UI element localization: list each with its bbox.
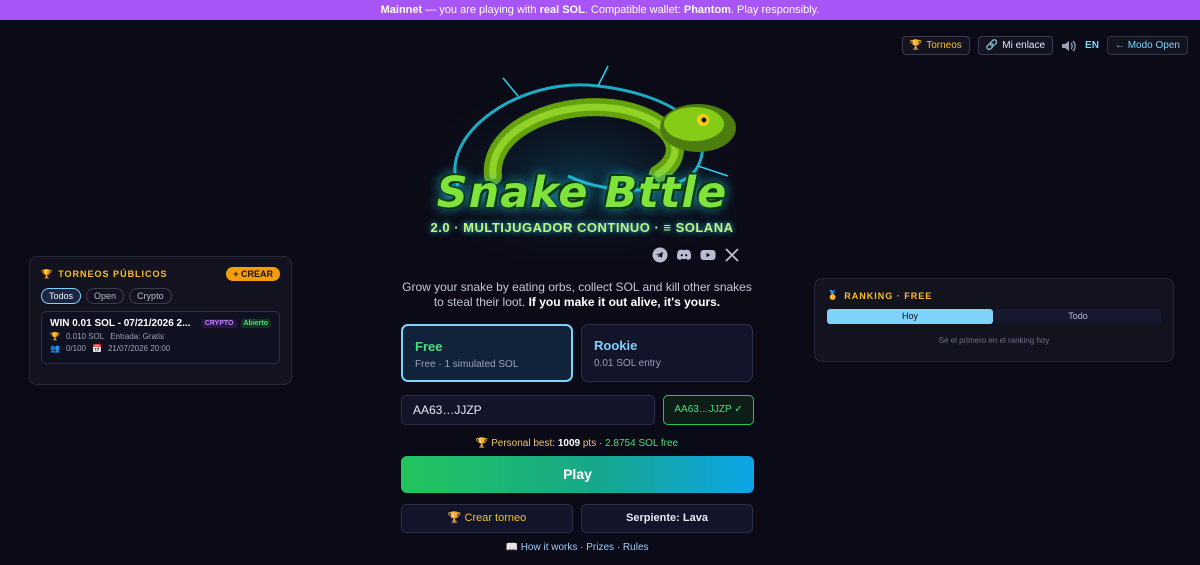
help-links[interactable]: 📖 How it works · Prizes · Rules <box>400 542 754 553</box>
trophy-icon: 🏆 <box>41 268 54 279</box>
trophy-icon: 🏆 <box>475 438 489 449</box>
my-link-button[interactable]: 🔗 Mi enlace <box>977 36 1054 55</box>
mode-free-subtitle: Free · 1 simulated SOL <box>415 359 519 370</box>
link-icon: 🔗 <box>985 40 999 51</box>
best-sol: 2.8754 SOL free <box>605 438 679 449</box>
ranking-panel: 🥇 RANKING · FREE Hoy Todo Sé el primero … <box>814 278 1174 362</box>
mode-rookie-card[interactable]: Rookie 0.01 SOL entry <box>581 324 753 382</box>
banner-real-sol: real SOL <box>539 4 585 16</box>
tournament-date: 21/07/2026 20:00 <box>107 344 171 353</box>
tab-hoy[interactable]: Hoy <box>827 309 993 324</box>
banner-wallet: Phantom <box>683 4 731 16</box>
game-logo: Snake Bttle 2.0 · MULTIJUGADOR CONTINUO … <box>398 56 766 262</box>
mode-rookie-title: Rookie <box>594 338 638 353</box>
telegram-icon[interactable] <box>652 247 668 263</box>
medal-icon: 🥇 <box>827 290 840 300</box>
create-button[interactable]: + CREAR <box>226 267 280 281</box>
snake-skin-button[interactable]: Serpiente: Lava <box>581 504 753 533</box>
tournament-type-badge: CRYPTO <box>201 319 237 328</box>
mode-free-card[interactable]: Free Free · 1 simulated SOL <box>401 324 573 382</box>
trophy-icon: 🏆 <box>50 332 60 341</box>
network-banner: Mainnet — you are playing with real SOL.… <box>0 0 1200 20</box>
filter-open[interactable]: Open <box>86 288 125 304</box>
banner-network: Mainnet <box>380 4 423 16</box>
ranking-tabs: Hoy Todo <box>827 309 1161 324</box>
best-points: 1009 <box>557 438 581 449</box>
logo-title: Snake Bttle <box>436 168 728 218</box>
logo-subtitle: 2.0 · MULTIJUGADOR CONTINUO · ≡ SOLANA <box>430 220 734 235</box>
top-toolbar: 🏆 Torneos 🔗 Mi enlace EN ← Modo Open <box>901 36 1188 55</box>
play-button[interactable]: Play <box>401 456 754 493</box>
banner-text-2: . Compatible wallet: <box>584 4 684 16</box>
tournament-filters: Todos Open Crypto <box>41 288 280 304</box>
speaker-icon <box>1062 40 1076 51</box>
x-icon[interactable] <box>724 247 740 263</box>
create-tournament-button[interactable]: 🏆 Crear torneo <box>401 504 573 533</box>
trophy-icon: 🏆 <box>447 512 462 524</box>
mode-open-button[interactable]: ← Modo Open <box>1106 36 1188 55</box>
public-tournaments-panel: 🏆 TORNEOS PÚBLICOS + CREAR Todos Open Cr… <box>29 256 292 385</box>
wallet-address-input[interactable]: AA63…JJZP <box>401 395 655 425</box>
tournament-players: 0/100 <box>65 344 86 353</box>
my-link-label: Mi enlace <box>1002 40 1046 51</box>
discord-icon[interactable] <box>676 247 692 263</box>
best-points-unit: pts · <box>580 438 606 449</box>
tournaments-label: Torneos <box>926 40 962 51</box>
tagline-bold: If you make it out alive, it's yours. <box>528 295 721 309</box>
best-label: Personal best: <box>491 438 558 449</box>
youtube-icon[interactable] <box>700 247 716 263</box>
tab-todo[interactable]: Todo <box>995 309 1161 324</box>
tournament-prize: 0.010 SOL <box>65 332 105 341</box>
help-links-text[interactable]: How it works · Prizes · Rules <box>521 542 649 553</box>
filter-todos[interactable]: Todos <box>41 288 82 304</box>
tournaments-button[interactable]: 🏆 Torneos <box>901 36 970 55</box>
trophy-icon: 🏆 <box>909 40 923 51</box>
players-icon: 👥 <box>50 344 60 353</box>
mode-rookie-subtitle: 0.01 SOL entry <box>594 358 661 369</box>
tournament-card[interactable]: WIN 0.01 SOL - 07/21/2026 2... CRYPTO Ab… <box>41 311 280 364</box>
public-tournaments-label: TORNEOS PÚBLICOS <box>58 269 168 279</box>
tournament-status-badge: Abierto <box>240 319 271 328</box>
personal-best: 🏆 Personal best: 1009 pts · 2.8754 SOL f… <box>400 438 754 449</box>
ranking-empty-message: Sé el primero en el ranking hoy <box>938 336 1050 345</box>
mode-free-title: Free <box>415 339 443 354</box>
tournament-entry: Entrada: Gratis <box>110 332 165 341</box>
tagline: Grow your snake by eating orbs, collect … <box>400 280 754 310</box>
calendar-icon: 📅 <box>92 344 102 353</box>
create-tournament-label: Crear torneo <box>464 512 527 524</box>
ranking-title-label: RANKING · FREE <box>844 290 933 301</box>
banner-text-3: . Play responsibly. <box>730 4 820 16</box>
book-icon: 📖 <box>505 542 518 553</box>
tournament-name: WIN 0.01 SOL - 07/21/2026 2... <box>50 318 191 329</box>
ranking-title: 🥇 RANKING · FREE <box>827 290 1161 301</box>
public-tournaments-title: 🏆 TORNEOS PÚBLICOS <box>41 269 168 280</box>
language-toggle[interactable]: EN <box>1085 40 1099 51</box>
social-links <box>652 247 740 263</box>
banner-text-1: — you are playing with <box>422 4 540 16</box>
filter-crypto[interactable]: Crypto <box>129 288 172 304</box>
sound-toggle[interactable] <box>1061 38 1077 54</box>
wallet-connected-button[interactable]: AA63…JJZP ✓ <box>663 395 754 425</box>
